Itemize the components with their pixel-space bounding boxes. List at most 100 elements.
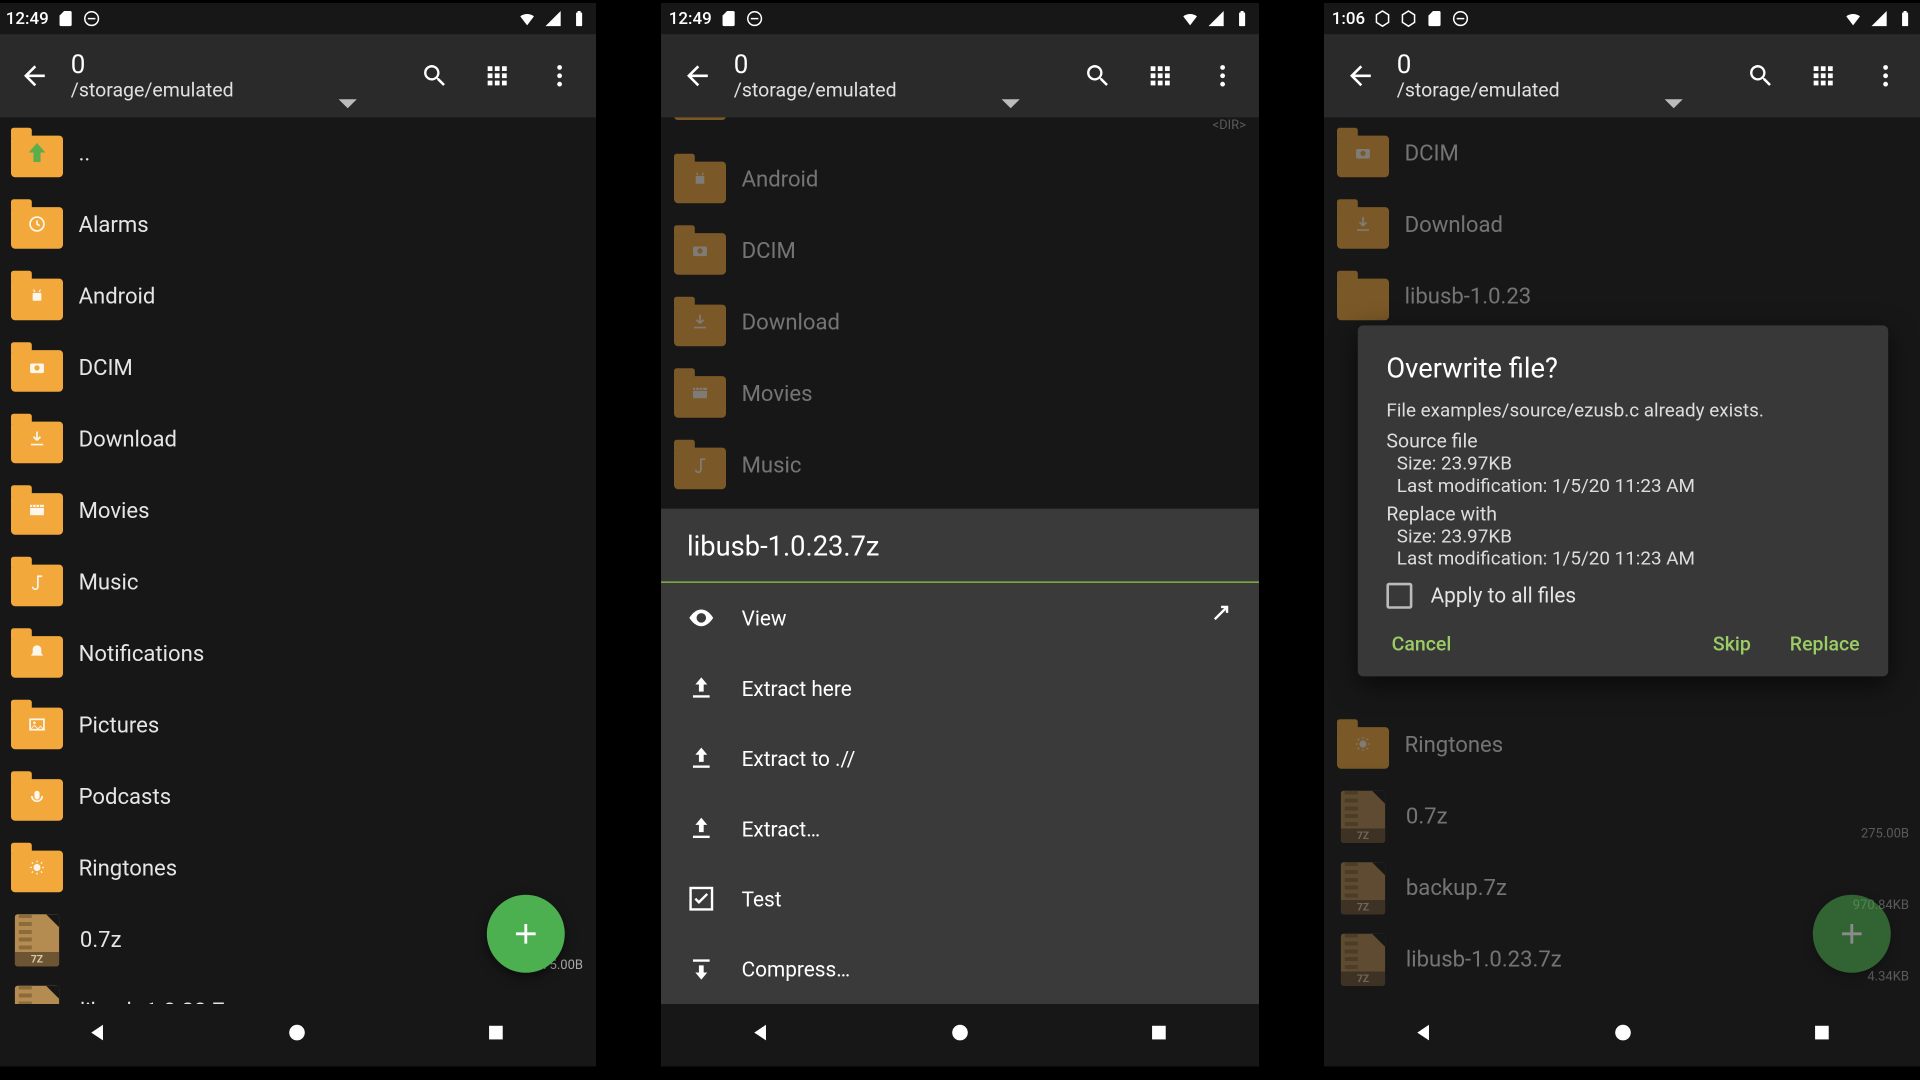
list-item[interactable]: Ringtones <box>0 832 596 904</box>
overflow-menu-button[interactable] <box>1870 60 1901 91</box>
app-bar: 0 /storage/emulated <box>1324 34 1920 117</box>
list-item[interactable]: DCIM <box>0 332 596 404</box>
file-name: DCIM <box>79 355 583 381</box>
path-title: 0 <box>734 50 1072 80</box>
sd-card-icon <box>1425 10 1443 28</box>
search-button[interactable] <box>419 60 450 91</box>
list-item[interactable]: Movies <box>661 358 1259 430</box>
sheet-item[interactable]: View <box>661 583 1259 653</box>
cancel-button[interactable]: Cancel <box>1386 632 1451 655</box>
list-item[interactable]: Ringtones <box>1324 709 1920 781</box>
fab-add-button[interactable] <box>487 895 565 973</box>
nav-recents-button[interactable] <box>1148 1021 1171 1050</box>
fab-add-button[interactable] <box>1813 895 1891 973</box>
file-name: .. <box>79 140 583 166</box>
dropdown-indicator-icon[interactable] <box>1665 99 1683 108</box>
list-item[interactable]: Android <box>0 260 596 332</box>
list-item[interactable]: Music <box>0 546 596 618</box>
status-time: 12:49 <box>6 9 49 28</box>
list-item[interactable]: Download <box>0 403 596 475</box>
list-item[interactable]: Notifications <box>0 618 596 690</box>
nav-back-button[interactable] <box>1412 1021 1435 1050</box>
path-subtitle: /storage/emulated <box>1397 80 1735 102</box>
path-subtitle: /storage/emulated <box>71 80 409 102</box>
list-item[interactable]: Pictures <box>0 689 596 761</box>
breadcrumb[interactable]: 0 /storage/emulated <box>71 50 409 102</box>
nav-recents-button[interactable] <box>485 1021 508 1050</box>
list-item[interactable]: DCIM <box>1324 117 1920 189</box>
back-button[interactable] <box>671 50 723 102</box>
file-list[interactable]: .. AlarmsAndroid DCIM Download Movies Music No… <box>0 117 596 1004</box>
sheet-item-label: Extract here <box>742 676 852 701</box>
list-item[interactable]: 7Zlibusb-1.0.23.7z970.34KB <box>0 975 596 1004</box>
dropdown-indicator-icon[interactable] <box>339 99 357 108</box>
wifi-icon <box>1181 10 1199 28</box>
list-item[interactable]: Download <box>1324 189 1920 261</box>
file-name: Movies <box>742 381 1246 407</box>
dialog-source-label: Source file <box>1386 429 1859 452</box>
nav-home-button[interactable] <box>1611 1021 1634 1050</box>
sheet-item-label: Test <box>742 886 782 911</box>
apply-all-label: Apply to all files <box>1431 583 1577 608</box>
list-item[interactable]: libusb-1.0.23 <box>1324 260 1920 332</box>
dnd-icon <box>1451 10 1469 28</box>
overflow-menu-button[interactable] <box>544 60 575 91</box>
search-button[interactable] <box>1745 60 1776 91</box>
apply-all-checkbox-row[interactable]: Apply to all files <box>1386 582 1859 608</box>
breadcrumb[interactable]: 0 /storage/emulated <box>734 50 1072 102</box>
file-meta: 275.00B <box>1861 827 1909 841</box>
file-name: Ringtones <box>1405 732 1909 758</box>
dialog-exists-text: File examples/source/ezusb.c already exi… <box>1386 398 1859 423</box>
sheet-item[interactable]: Test <box>661 864 1259 934</box>
list-item[interactable]: Podcasts <box>0 761 596 833</box>
list-item[interactable]: 7Z0.7z275.00B <box>1324 780 1920 852</box>
list-item[interactable]: Music <box>661 429 1259 501</box>
dropdown-indicator-icon[interactable] <box>1002 99 1020 108</box>
list-item[interactable]: Alarms <box>0 189 596 261</box>
nav-back-button[interactable] <box>749 1021 772 1050</box>
file-name: Download <box>79 426 583 452</box>
list-item[interactable]: DCIM <box>661 215 1259 287</box>
skip-button[interactable]: Skip <box>1713 632 1751 655</box>
replace-button[interactable]: Replace <box>1790 632 1860 655</box>
nav-home-button[interactable] <box>948 1021 971 1050</box>
list-item[interactable]: Movies <box>0 475 596 546</box>
back-button[interactable] <box>8 50 60 102</box>
path-title: 0 <box>1397 50 1735 80</box>
nav-recents-button[interactable] <box>1811 1021 1834 1050</box>
nav-back-button[interactable] <box>86 1021 109 1050</box>
list-item[interactable]: Download <box>661 286 1259 358</box>
file-name: Movies <box>79 498 583 524</box>
file-name: Music <box>742 452 1246 478</box>
list-item[interactable]: Android <box>661 143 1259 215</box>
nav-home-button[interactable] <box>285 1021 308 1050</box>
sheet-item-label: Compress… <box>742 957 851 982</box>
file-name: 0.7z <box>1406 803 1909 829</box>
grid-view-button[interactable] <box>1808 60 1839 91</box>
grid-view-button[interactable] <box>1145 60 1176 91</box>
dialog-source-size: Size: 23.97KB <box>1386 452 1859 474</box>
sheet-item[interactable]: Extract… <box>661 793 1259 863</box>
breadcrumb[interactable]: 0 /storage/emulated <box>1397 50 1735 102</box>
search-button[interactable] <box>1082 60 1113 91</box>
battery-icon <box>570 10 588 28</box>
grid-view-button[interactable] <box>482 60 513 91</box>
file-meta: 4.34KB <box>1867 970 1909 984</box>
sheet-item[interactable]: Extract to .// <box>661 723 1259 793</box>
nav-bar <box>661 1004 1259 1066</box>
file-name: Music <box>79 569 583 595</box>
open-external-icon[interactable] <box>1204 601 1233 635</box>
overwrite-dialog: Overwrite file? File examples/source/ezu… <box>1358 325 1888 675</box>
sd-card-icon <box>719 10 737 28</box>
signal-icon <box>1207 10 1225 28</box>
list-item[interactable]: Podcasts.txt90.00B <box>1324 995 1920 1004</box>
overflow-menu-button[interactable] <box>1207 60 1238 91</box>
app-bar: 0 /storage/emulated <box>0 34 596 117</box>
sheet-item[interactable]: Compress… <box>661 934 1259 1004</box>
checkbox-icon[interactable] <box>1386 582 1412 608</box>
sheet-title: libusb-1.0.23.7z <box>661 509 1259 583</box>
sheet-item[interactable]: Extract here <box>661 653 1259 723</box>
back-button[interactable] <box>1334 50 1386 102</box>
list-item[interactable]: .. <box>0 117 596 189</box>
status-time: 1:06 <box>1332 9 1365 28</box>
